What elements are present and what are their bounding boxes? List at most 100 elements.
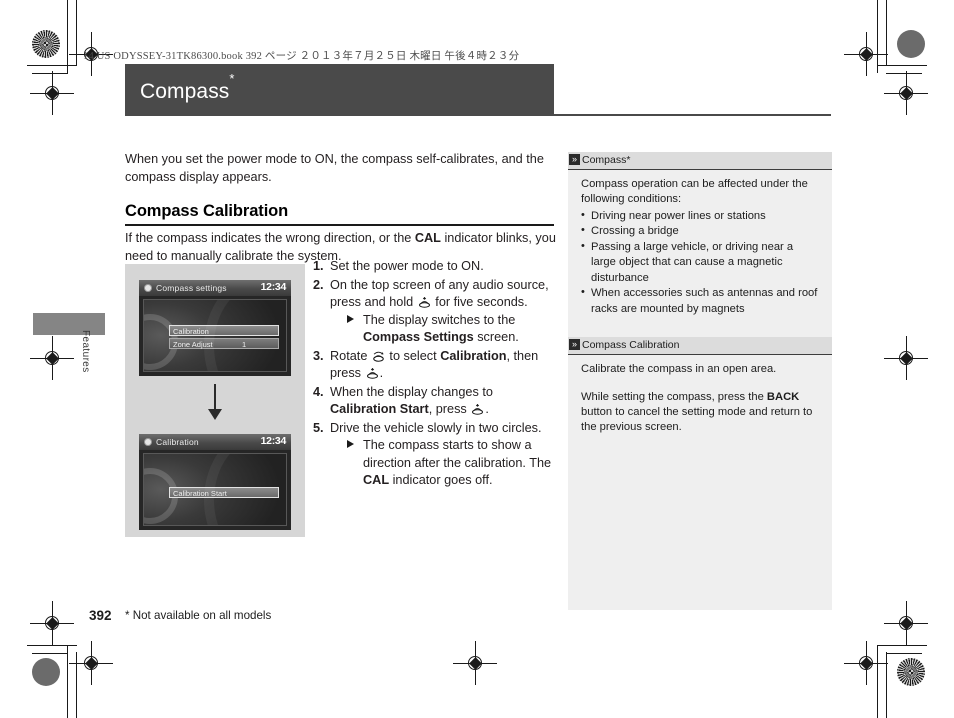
page-number: 392 bbox=[89, 608, 112, 623]
print-control-dot bbox=[897, 30, 925, 58]
page-title-bar: Compass* bbox=[125, 64, 554, 116]
step-5: 5. Drive the vehicle slowly in two circl… bbox=[313, 420, 559, 490]
crop-line bbox=[27, 645, 77, 646]
registration-mark bbox=[844, 32, 888, 76]
sidebar-section-asterisk: * bbox=[626, 153, 631, 166]
list-item: Crossing a bridge bbox=[581, 223, 821, 239]
device-clock: 12:34 bbox=[260, 435, 287, 447]
registration-mark bbox=[884, 601, 928, 645]
device-screen-canvas: Calibration Start bbox=[143, 453, 287, 526]
section-heading: Compass Calibration bbox=[125, 202, 289, 220]
result-text-a: The display switches to the bbox=[363, 312, 516, 327]
sidebar-para-2-b: button to cancel the setting mode and re… bbox=[581, 405, 813, 434]
sidebar-para-2: While setting the compass, press the BAC… bbox=[581, 390, 821, 436]
sidebar-section-body-compass-calibration: Calibrate the compass in an open area. W… bbox=[568, 355, 832, 446]
crop-line bbox=[76, 0, 77, 66]
registration-mark bbox=[30, 71, 74, 115]
procedure-steps: 1. Set the power mode to ON. 2. On the t… bbox=[313, 258, 559, 491]
list-item: When accessories such as antennas and ro… bbox=[581, 285, 821, 317]
crop-line bbox=[877, 645, 878, 718]
crop-line bbox=[886, 73, 922, 74]
menu-item-label: Calibration bbox=[173, 326, 209, 336]
step-text-a: When the display changes to bbox=[330, 384, 493, 399]
print-control-dot bbox=[32, 658, 60, 686]
step-number: 4. bbox=[313, 384, 324, 399]
registration-mark bbox=[884, 71, 928, 115]
sidebar-section-body-compass: Compass operation can be affected under … bbox=[568, 170, 832, 327]
cal-indicator-label: CAL bbox=[414, 231, 441, 245]
gear-icon bbox=[145, 285, 151, 291]
crop-line bbox=[67, 645, 68, 718]
margin-section-label: Features bbox=[80, 330, 91, 373]
sidebar-section-title-text: Compass bbox=[582, 153, 627, 166]
device-status-bar: Calibration 12:34 bbox=[139, 434, 291, 450]
sidebar-section-header-compass-calibration: » Compass Calibration bbox=[568, 337, 832, 356]
knob-press-icon bbox=[366, 367, 379, 380]
crop-line bbox=[32, 653, 68, 654]
step-number: 3. bbox=[313, 348, 324, 363]
menu-item-zone-adjust[interactable]: Zone Adjust 1 bbox=[169, 338, 279, 349]
result-text-a: The compass starts to show a direction a… bbox=[363, 438, 552, 470]
menu-item-label: Zone Adjust bbox=[173, 339, 213, 349]
step-text-c: . bbox=[485, 402, 489, 417]
page-title: Compass* bbox=[140, 71, 235, 104]
crop-line bbox=[886, 652, 887, 718]
crop-line bbox=[886, 0, 887, 66]
back-button-label: BACK bbox=[766, 390, 800, 403]
footnote: * Not available on all models bbox=[125, 609, 272, 622]
step-text-b: to select bbox=[385, 348, 441, 363]
sidebar-bullet-list: Driving near power lines or stations Cro… bbox=[581, 208, 821, 317]
crop-line bbox=[67, 0, 68, 73]
device-screen-title: Calibration bbox=[156, 436, 199, 447]
step-number: 2. bbox=[313, 277, 324, 292]
sidebar-intro-text: Compass operation can be affected under … bbox=[581, 178, 808, 206]
step-text-b: for five seconds. bbox=[431, 295, 528, 310]
crop-line bbox=[877, 0, 878, 73]
knob-rotate-icon bbox=[372, 350, 385, 363]
menu-item-label: Calibration Start bbox=[173, 488, 227, 498]
registration-mark bbox=[844, 641, 888, 685]
lead-text-a: If the compass indicates the wrong direc… bbox=[125, 231, 415, 245]
device-screen-canvas: Calibration Zone Adjust 1 bbox=[143, 299, 287, 372]
step-2: 2. On the top screen of any audio source… bbox=[313, 277, 559, 347]
device-screen-calibration: Calibration 12:34 Calibration Start bbox=[139, 434, 291, 530]
step-number: 1. bbox=[313, 259, 324, 273]
device-screen-compass-settings: Compass settings 12:34 Calibration Zone … bbox=[139, 280, 291, 376]
margin-thumb-tab bbox=[33, 313, 105, 335]
device-clock: 12:34 bbox=[260, 281, 287, 293]
device-status-bar: Compass settings 12:34 bbox=[139, 280, 291, 296]
step-text: Drive the vehicle slowly in two circles. bbox=[330, 420, 542, 435]
title-rule bbox=[554, 114, 831, 116]
sidebar-section-title: Compass Calibration bbox=[582, 338, 680, 351]
result-arrow-icon bbox=[347, 440, 354, 449]
step-text-d: . bbox=[379, 366, 384, 381]
manual-page: 14 US ODYSSEY-31TK86300.book 392 ページ ２０１… bbox=[0, 0, 954, 718]
book-file-header: 14 US ODYSSEY-31TK86300.book 392 ページ ２０１… bbox=[83, 51, 520, 62]
registration-mark bbox=[69, 641, 113, 685]
crop-line bbox=[877, 65, 927, 66]
registration-mark bbox=[453, 641, 497, 685]
down-arrow-icon bbox=[125, 382, 305, 428]
crop-line bbox=[886, 653, 922, 654]
screen-name-compass-settings: Compass Settings bbox=[363, 330, 474, 345]
crop-line bbox=[76, 652, 77, 718]
print-control-dot bbox=[32, 30, 60, 58]
illustration-panel: Compass settings 12:34 Calibration Zone … bbox=[125, 264, 305, 537]
step-text-a: Rotate bbox=[330, 348, 371, 363]
sidebar-section-header-compass: » Compass* bbox=[568, 152, 832, 170]
intro-paragraph: When you set the power mode to ON, the c… bbox=[125, 152, 544, 185]
menu-item-calibration[interactable]: Calibration bbox=[169, 325, 279, 336]
page-title-asterisk: * bbox=[229, 70, 235, 86]
screen-name-calibration-start: Calibration Start bbox=[330, 402, 429, 417]
chevron-double-right-icon: » bbox=[569, 154, 580, 165]
knob-press-icon bbox=[471, 403, 484, 416]
registration-mark bbox=[30, 336, 74, 380]
menu-item-value: 1 bbox=[242, 339, 247, 349]
step-1: 1. Set the power mode to ON. bbox=[313, 258, 559, 276]
gear-icon bbox=[145, 439, 151, 445]
step-5-result: The compass starts to show a direction a… bbox=[330, 437, 559, 490]
menu-item-calibration-start[interactable]: Calibration Start bbox=[169, 487, 279, 498]
device-screen-title: Compass settings bbox=[156, 282, 227, 293]
crop-line bbox=[877, 645, 927, 646]
